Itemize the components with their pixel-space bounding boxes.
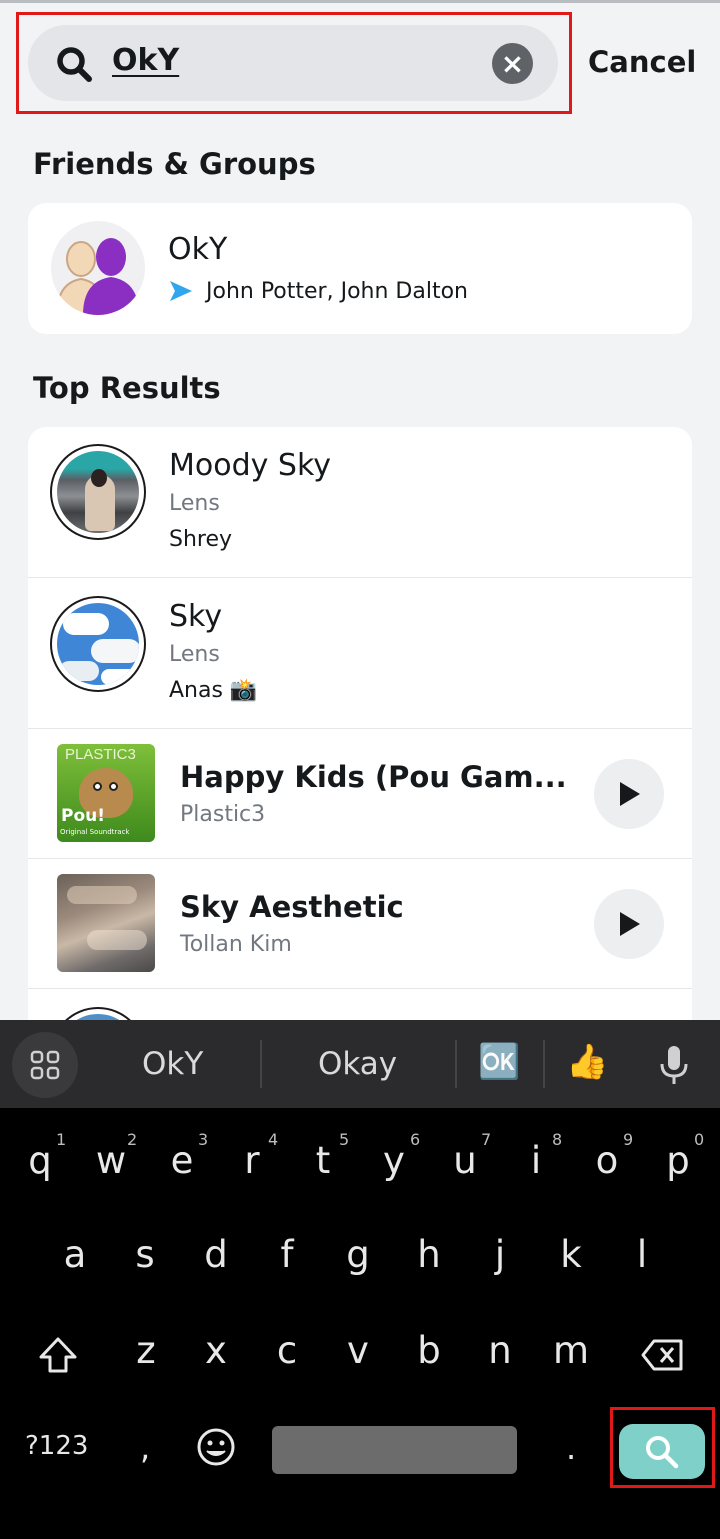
suggestion-thumbs-up-emoji[interactable]: 👍	[566, 1042, 608, 1082]
song-title: Sky Aesthetic	[180, 890, 404, 924]
album-art-sky-aesthetic	[57, 874, 155, 972]
keyboard-suggestion-bar: OkY Okay 🆗 👍	[0, 1020, 720, 1108]
friends-groups-heading: Friends & Groups	[33, 147, 316, 181]
key-row2-6[interactable]: j	[470, 1230, 530, 1280]
result-row-sky-aesthetic[interactable]: Sky Aesthetic Tollan Kim	[28, 858, 692, 988]
suggestion-divider	[455, 1040, 457, 1088]
play-button[interactable]	[594, 889, 664, 959]
space-bar[interactable]	[272, 1426, 517, 1474]
key-row2-4[interactable]: g	[328, 1230, 388, 1280]
key-number-hint: 6	[410, 1130, 421, 1149]
key-row3-5[interactable]: n	[470, 1326, 530, 1376]
key-row3-2[interactable]: c	[257, 1326, 317, 1376]
backspace-icon[interactable]	[640, 1338, 684, 1372]
key-number-hint: 4	[268, 1130, 279, 1149]
result-row-happy-kids[interactable]: PLASTIC3 Pou! Original Soundtrack Happy …	[28, 728, 692, 858]
key-row3-3[interactable]: v	[328, 1326, 388, 1376]
song-artist: Plastic3	[180, 802, 266, 827]
key-row2-0[interactable]: a	[45, 1230, 105, 1280]
apps-grid-icon	[30, 1050, 60, 1080]
group-silhouette-icon	[55, 238, 139, 315]
song-title: Happy Kids (Pou Gam...	[180, 760, 567, 794]
play-button[interactable]	[594, 759, 664, 829]
suggestion-okay[interactable]: Okay	[318, 1044, 397, 1084]
emoji-icon[interactable]	[196, 1427, 236, 1467]
shift-icon[interactable]	[38, 1336, 78, 1374]
key-number-hint: 7	[481, 1130, 492, 1149]
key-row2-1[interactable]: s	[115, 1230, 175, 1280]
result-creator: Anas 📸	[169, 678, 258, 703]
group-row[interactable]: OkY John Potter, John Dalton	[28, 203, 692, 334]
microphone-icon[interactable]	[658, 1044, 690, 1086]
key-row2-7[interactable]: k	[541, 1230, 601, 1280]
friends-groups-card: OkY John Potter, John Dalton	[28, 203, 692, 334]
group-members: John Potter, John Dalton	[206, 279, 468, 304]
key-row3-0[interactable]: z	[116, 1326, 176, 1376]
play-icon	[620, 782, 640, 806]
key-number-hint: 5	[339, 1130, 350, 1149]
keyboard-menu-button[interactable]	[12, 1032, 78, 1098]
result-type: Lens	[169, 642, 220, 667]
key-number-hint: 1	[56, 1130, 67, 1149]
send-arrow-icon	[170, 281, 192, 301]
search-highlight-box	[16, 12, 572, 114]
key-row2-3[interactable]: f	[257, 1230, 317, 1280]
suggestion-ok-emoji[interactable]: 🆗	[478, 1042, 520, 1082]
result-title: Moody Sky	[169, 448, 332, 483]
play-icon	[620, 912, 640, 936]
key-number-hint: 9	[623, 1130, 634, 1149]
song-artist: Tollan Kim	[180, 932, 292, 957]
key-number-hint: 3	[198, 1130, 209, 1149]
top-results-card: Moody Sky Lens Shrey Sky Lens Anas 📸 PLA…	[28, 427, 692, 1027]
result-type: Lens	[169, 491, 220, 516]
album-art-pou: PLASTIC3 Pou! Original Soundtrack	[57, 744, 155, 842]
key-number-hint: 0	[694, 1130, 705, 1149]
numbers-key[interactable]: ?123	[25, 1426, 88, 1466]
suggestion-divider	[543, 1040, 545, 1088]
keyboard: q1w2e3r4t5y6u7i8o9p0 asdfghjkl zxcvbnm ?…	[0, 1108, 720, 1539]
key-number-hint: 2	[127, 1130, 138, 1149]
key-row2-2[interactable]: d	[186, 1230, 246, 1280]
top-results-heading: Top Results	[33, 371, 221, 405]
search-key-highlight-box	[610, 1407, 715, 1488]
period-key[interactable]: .	[566, 1428, 576, 1468]
key-row2-8[interactable]: l	[612, 1230, 672, 1280]
top-divider	[0, 0, 720, 3]
key-number-hint: 8	[552, 1130, 563, 1149]
result-title: Sky	[169, 599, 223, 634]
group-avatar	[51, 221, 145, 315]
key-row3-4[interactable]: b	[399, 1326, 459, 1376]
result-row-moody-sky[interactable]: Moody Sky Lens Shrey	[28, 427, 692, 577]
lens-avatar-moody-sky	[50, 444, 146, 540]
cancel-button[interactable]: Cancel	[588, 42, 696, 82]
suggestion-oky[interactable]: OkY	[142, 1044, 203, 1084]
key-row2-5[interactable]: h	[399, 1230, 459, 1280]
comma-key[interactable]: ,	[140, 1428, 150, 1468]
suggestion-divider	[260, 1040, 262, 1088]
key-row3-6[interactable]: m	[541, 1326, 601, 1376]
lens-avatar-sky	[50, 596, 146, 692]
group-name: OkY	[168, 232, 228, 267]
result-creator: Shrey	[169, 527, 233, 552]
key-row3-1[interactable]: x	[186, 1326, 246, 1376]
result-row-sky[interactable]: Sky Lens Anas 📸	[28, 577, 692, 728]
